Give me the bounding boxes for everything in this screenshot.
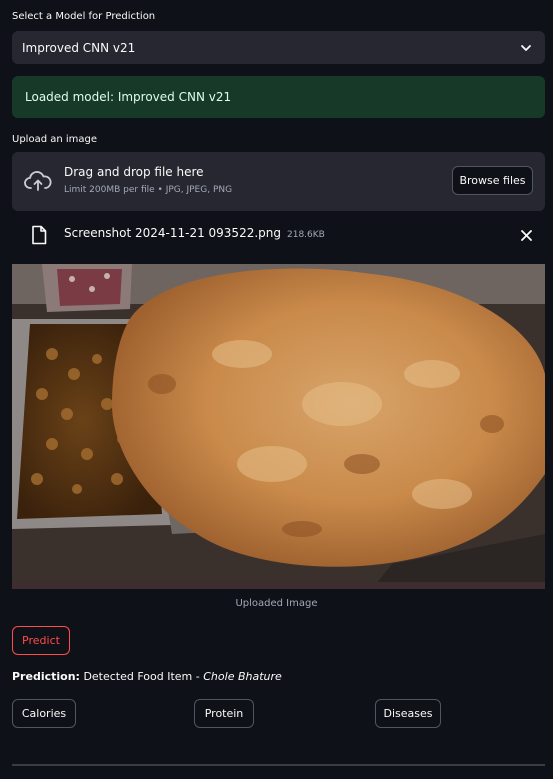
- uploader-label: Upload an image: [12, 134, 98, 145]
- image-caption: Uploaded Image: [235, 598, 318, 609]
- uploaded-file-row: Screenshot 2024-11-21 093522.png 218.6KB: [64, 226, 325, 240]
- protein-button[interactable]: Protein: [194, 699, 254, 728]
- model-select-label: Select a Model for Prediction: [12, 11, 156, 22]
- model-select-value: Improved CNN v21: [22, 40, 136, 55]
- streamlit-app: Select a Model for Prediction Improved C…: [0, 0, 553, 779]
- browse-files-button[interactable]: Browse files: [452, 166, 533, 195]
- cloud-upload-icon: [23, 169, 53, 193]
- prediction-prefix: Prediction:: [12, 670, 80, 683]
- predict-button[interactable]: Predict: [12, 626, 70, 655]
- divider: [12, 764, 545, 766]
- diseases-button[interactable]: Diseases: [375, 699, 441, 728]
- success-alert: Loaded model: Improved CNN v21: [12, 76, 545, 118]
- prediction-item: Chole Bhature: [203, 670, 282, 683]
- success-alert-text: Loaded model: Improved CNN v21: [25, 90, 232, 104]
- dropzone-title: Drag and drop file here: [64, 165, 204, 179]
- uploaded-file-name: Screenshot 2024-11-21 093522.png: [64, 226, 281, 240]
- file-icon: [31, 225, 47, 245]
- uploaded-file-size: 218.6KB: [287, 230, 325, 240]
- dropzone-subtitle: Limit 200MB per file • JPG, JPEG, PNG: [64, 185, 233, 195]
- remove-file-close-icon[interactable]: [518, 227, 534, 243]
- calories-button[interactable]: Calories: [12, 699, 76, 728]
- chevron-down-icon[interactable]: [519, 41, 533, 55]
- uploaded-image: [12, 264, 545, 589]
- prediction-text: Detected Food Item -: [83, 670, 204, 683]
- model-select[interactable]: Improved CNN v21: [12, 31, 545, 64]
- prediction-result: Prediction: Detected Food Item - Chole B…: [12, 670, 282, 683]
